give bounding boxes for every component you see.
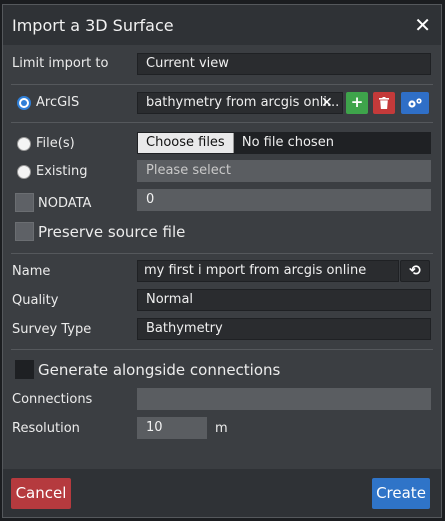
arcgis-select-value: bathymetry from arcgis onli... [146,95,340,110]
existing-radio[interactable] [17,165,31,179]
connections-select[interactable] [137,388,431,410]
settings-button[interactable] [401,92,429,114]
file-input[interactable]: Choose files No file chosen [137,132,431,154]
resolution-unit: m [215,421,228,436]
files-label: File(s) [36,136,75,151]
resolution-input[interactable]: 10 [137,417,207,439]
delete-button[interactable] [373,92,395,114]
generate-connections-label: Generate alongside connections [38,361,281,379]
arcgis-radio[interactable] [17,96,31,110]
nodata-input[interactable]: 0 [137,189,431,211]
generate-connections-checkbox[interactable] [15,360,34,379]
resolution-label: Resolution [12,421,80,436]
survey-type-label: Survey Type [12,322,92,337]
preserve-source-label: Preserve source file [38,223,186,241]
nodata-checkbox[interactable] [15,193,34,212]
quality-label: Quality [12,293,59,308]
gears-icon [408,98,422,108]
close-icon[interactable]: ✕ [414,13,431,37]
file-status: No file chosen [241,135,334,150]
connections-label: Connections [12,392,93,407]
preserve-source-checkbox[interactable] [15,222,34,241]
dialog-titlebar: Import a 3D Surface ✕ [3,5,441,45]
dialog-title: Import a 3D Surface [12,16,174,35]
import-surface-dialog: Import a 3D Surface ✕ Limit import to Cu… [2,4,442,518]
nodata-label: NODATA [38,196,92,211]
trash-icon [379,97,389,109]
files-radio[interactable] [17,137,31,151]
choose-files-button[interactable]: Choose files [138,133,234,153]
quality-select[interactable]: Normal [137,289,431,311]
plus-icon: + [350,93,364,111]
limit-import-label: Limit import to [12,56,109,71]
cancel-button[interactable]: Cancel [11,478,71,509]
existing-select[interactable]: Please select [137,160,431,182]
reset-name-button[interactable]: ⟲ [400,260,430,282]
divider [11,253,433,254]
limit-import-select[interactable]: Current view [137,53,431,75]
clear-selection-icon[interactable]: ✕ [321,92,333,114]
create-button[interactable]: Create [372,478,430,509]
arcgis-select[interactable]: bathymetry from arcgis onli... [137,92,343,114]
name-label: Name [12,264,51,279]
divider [11,349,433,350]
existing-label: Existing [36,164,88,179]
arcgis-label: ArcGIS [36,95,80,110]
add-button[interactable]: + [346,92,368,114]
survey-type-select[interactable]: Bathymetry [137,318,431,340]
divider [11,122,433,123]
undo-icon: ⟲ [409,263,421,279]
name-input[interactable]: my first i mport from arcgis online [137,260,399,282]
divider [11,84,433,85]
